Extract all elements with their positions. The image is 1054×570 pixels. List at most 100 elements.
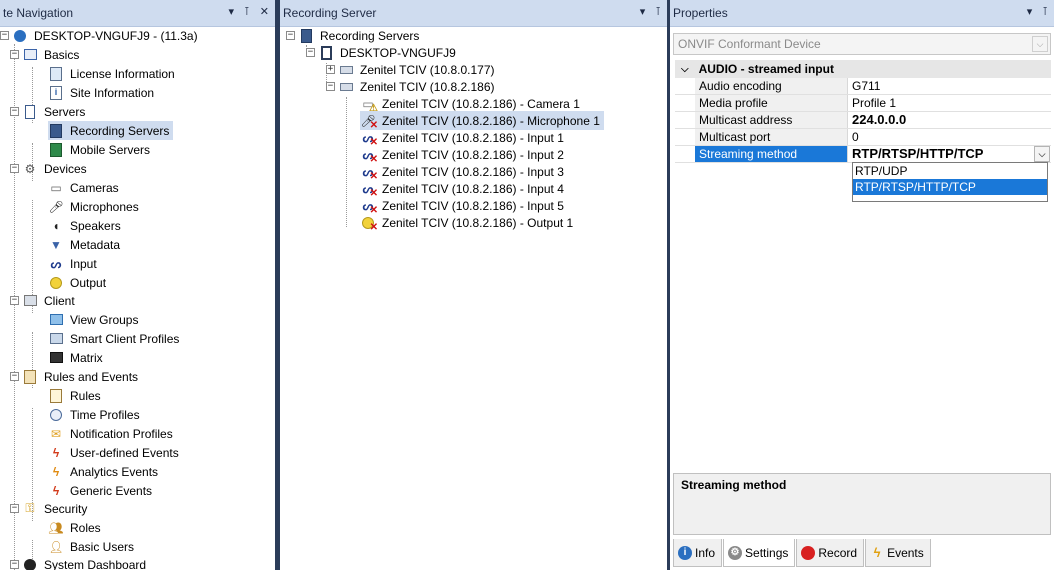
tree-item-label: Basic Users <box>70 539 135 554</box>
tree-item-client[interactable]: − Client <box>10 291 77 310</box>
collapse-icon[interactable]: − <box>286 31 295 40</box>
dropdown-option-rtp-udp[interactable]: RTP/UDP <box>853 163 1047 179</box>
close-icon[interactable]: ✕ <box>260 5 269 18</box>
property-row-multicast-port[interactable]: Multicast port 0 <box>675 129 1051 146</box>
chevron-down-icon[interactable]: ⌵ <box>681 64 689 75</box>
microphone-icon: 🎤︎ ✕ <box>360 113 378 131</box>
tree-item-recording-servers[interactable]: Recording Servers <box>48 121 174 140</box>
collapse-icon[interactable]: − <box>10 107 19 116</box>
collapse-icon[interactable]: − <box>0 31 9 40</box>
collapse-icon[interactable]: − <box>10 372 19 381</box>
property-value[interactable]: G711 <box>848 78 1051 94</box>
info-doc-icon: i <box>48 85 64 101</box>
tree-item-site-information[interactable]: i Site Information <box>48 83 156 102</box>
tree-item-input[interactable]: ᔕ Input <box>48 254 99 273</box>
property-row-media-profile[interactable]: Media profile Profile 1 <box>675 95 1051 112</box>
book-icon <box>22 47 38 63</box>
tree-item-devices[interactable]: − ⚙ Devices <box>10 159 89 178</box>
pane-menu-icon[interactable]: ▾ <box>640 5 646 18</box>
tree-item-cameras[interactable]: ▭ Cameras <box>48 178 121 197</box>
tree-item-speakers[interactable]: ◖ Speakers <box>48 216 123 235</box>
tree-item-smart-client-profiles[interactable]: Smart Client Profiles <box>48 329 181 348</box>
chevron-down-icon[interactable]: ⌵ <box>1034 146 1050 162</box>
tree-item-user-defined-events[interactable]: ϟ User-defined Events <box>48 443 181 462</box>
tree-item-label: Recording Servers <box>320 28 420 43</box>
tab-info[interactable]: i Info <box>673 539 723 567</box>
property-value[interactable]: 224.0.0.0 <box>848 112 1051 128</box>
chevron-down-icon[interactable]: ⌵ <box>1032 36 1048 52</box>
property-name: Streaming method <box>695 146 848 162</box>
tree-item-label: Recording Servers <box>70 123 170 138</box>
tree-item-site[interactable]: − DESKTOP-VNGUFJ9 - (11.3a) <box>0 26 200 45</box>
property-value: RTP/RTSP/HTTP/TCP <box>852 146 984 161</box>
property-row-streaming-method[interactable]: Streaming method RTP/RTSP/HTTP/TCP ⌵ <box>675 146 1051 163</box>
clock-icon <box>48 407 64 423</box>
category-label: AUDIO - streamed input <box>698 62 834 76</box>
pin-icon[interactable]: ⊺ <box>655 5 661 18</box>
roles-icon: 👥︎ <box>48 520 64 535</box>
tree-item-license-information[interactable]: License Information <box>48 64 177 83</box>
dropdown-option-rtp-rtsp-http-tcp[interactable]: RTP/RTSP/HTTP/TCP <box>853 179 1047 195</box>
tree-item-metadata[interactable]: ▼ Metadata <box>48 235 122 254</box>
collapse-icon[interactable]: − <box>326 82 335 91</box>
property-name: Multicast port <box>695 129 848 145</box>
tree-item-basics[interactable]: − Basics <box>10 45 81 64</box>
collapse-icon[interactable]: − <box>306 48 315 57</box>
tree-item-microphones[interactable]: 🎤︎ Microphones <box>48 197 141 216</box>
device-type-value: ONVIF Conformant Device <box>678 37 821 51</box>
input-icon: ᔕ ✕ <box>362 198 378 216</box>
tree-item-label: Zenitel TCIV (10.8.2.186) - Camera 1 <box>382 96 580 111</box>
tree-item-system-dashboard[interactable]: − System Dashboard <box>10 555 148 570</box>
property-value[interactable]: 0 <box>848 129 1051 145</box>
tree-item-roles[interactable]: 👥︎ Roles <box>48 518 103 537</box>
input-icon: ᔕ ✕ <box>362 147 378 165</box>
collapse-icon[interactable]: − <box>10 50 19 59</box>
streaming-method-select[interactable]: RTP/RTSP/HTTP/TCP ⌵ <box>848 146 1051 162</box>
tab-settings[interactable]: ⚙ Settings <box>723 539 796 567</box>
tree-item-output-1[interactable]: ✕ Zenitel TCIV (10.8.2.186) - Output 1 <box>360 213 575 232</box>
tree-item-matrix[interactable]: Matrix <box>48 348 105 367</box>
device-type-combo[interactable]: ONVIF Conformant Device ⌵ <box>673 33 1051 55</box>
recording-servers-icon <box>298 28 314 44</box>
properties-header: Properties ▾ ⊺ <box>670 0 1054 27</box>
collapse-icon[interactable]: − <box>10 164 19 173</box>
tree-item-label: Roles <box>70 520 101 535</box>
tab-label: Events <box>887 545 924 560</box>
tree-item-label: Zenitel TCIV (10.8.2.186) - Input 4 <box>382 181 564 196</box>
collapse-icon[interactable]: − <box>10 504 19 513</box>
collapse-icon[interactable]: − <box>10 296 19 305</box>
rules-icon <box>48 388 64 404</box>
tree-item-analytics-events[interactable]: ϟ Analytics Events <box>48 462 160 481</box>
tab-record[interactable]: Record <box>796 539 865 567</box>
expand-icon[interactable]: + <box>326 65 335 74</box>
pane-menu-icon[interactable]: ▾ <box>1027 5 1033 18</box>
tree-item-mobile-servers[interactable]: Mobile Servers <box>48 140 152 159</box>
tree-item-view-groups[interactable]: View Groups <box>48 310 140 329</box>
tree-item-label: User-defined Events <box>70 445 179 460</box>
tree-item-label: Zenitel TCIV (10.8.2.186) - Input 3 <box>382 164 564 179</box>
pin-icon[interactable]: ⊺ <box>244 5 250 18</box>
property-row-audio-encoding[interactable]: Audio encoding G711 <box>675 78 1051 95</box>
tree-item-label: Speakers <box>70 218 121 233</box>
property-value[interactable]: Profile 1 <box>848 95 1051 111</box>
tab-events[interactable]: ϟ Events <box>865 539 931 567</box>
tree-item-label: Zenitel TCIV (10.8.2.186) <box>360 79 495 94</box>
tree-item-rules[interactable]: Rules <box>48 386 103 405</box>
tree-item-rules-and-events[interactable]: − Rules and Events <box>10 367 140 386</box>
tree-item-label: Cameras <box>70 180 119 195</box>
property-row-multicast-address[interactable]: Multicast address 224.0.0.0 <box>675 112 1051 129</box>
pin-icon[interactable]: ⊺ <box>1042 5 1048 18</box>
tree-item-basic-users[interactable]: 👤︎ Basic Users <box>48 537 136 556</box>
tree-item-notification-profiles[interactable]: ✉ Notification Profiles <box>48 424 175 443</box>
tree-item-generic-events[interactable]: ϟ Generic Events <box>48 481 154 500</box>
tree-item-servers[interactable]: − Servers <box>10 102 87 121</box>
tree-item-time-profiles[interactable]: Time Profiles <box>48 405 142 424</box>
pane-menu-icon[interactable]: ▾ <box>229 5 235 18</box>
tree-item-label: Microphones <box>70 199 139 214</box>
category-audio-streamed-input[interactable]: ⌵ AUDIO - streamed input <box>675 60 1051 78</box>
collapse-icon[interactable]: − <box>10 560 19 569</box>
tree-item-output[interactable]: Output <box>48 273 108 292</box>
tree-item-label: Basics <box>44 47 80 62</box>
speaker-icon: ◖ <box>52 218 60 233</box>
tree-item-security[interactable]: − ⚿ Security <box>10 499 89 518</box>
